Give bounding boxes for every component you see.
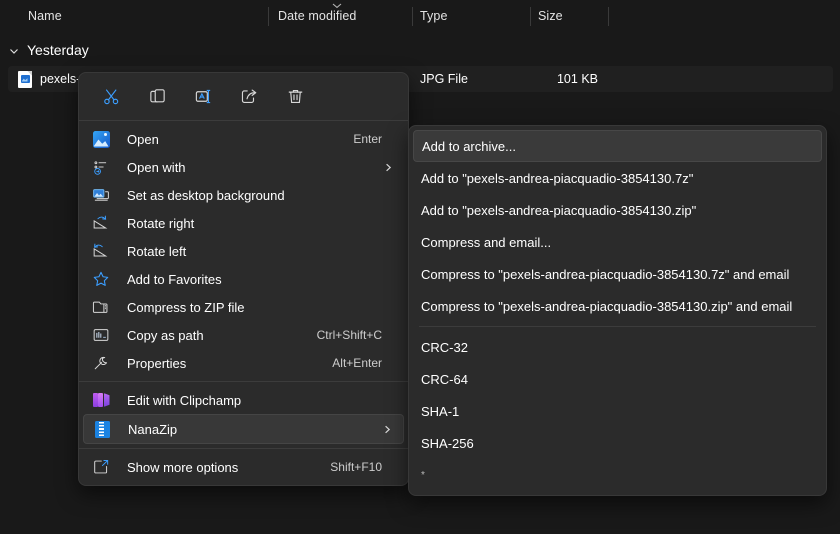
menu-item-label: Show more options — [127, 460, 238, 475]
menu-item-label: Properties — [127, 356, 186, 371]
rotate-left-icon — [91, 241, 111, 261]
chevron-down-icon — [8, 44, 20, 56]
menu-item-label: Open with — [127, 160, 186, 175]
menu-item-label: Rotate right — [127, 216, 194, 231]
submenu-item-compress-to-7z-and-email[interactable]: Compress to "pexels-andrea-piacquadio-38… — [413, 258, 822, 290]
jpg-file-icon — [18, 71, 32, 88]
clipchamp-icon — [91, 390, 111, 410]
zip-folder-icon — [91, 297, 111, 317]
menu-item-set-as-desktop-background[interactable]: Set as desktop background — [83, 181, 404, 209]
menu-item-edit-with-clipchamp[interactable]: Edit with Clipchamp — [83, 386, 404, 414]
context-menu-apps: Edit with Clipchamp NanaZip — [79, 382, 408, 448]
delete-button[interactable] — [275, 80, 315, 114]
show-more-options-icon — [91, 457, 111, 477]
menu-item-properties[interactable]: Properties Alt+Enter — [83, 349, 404, 377]
chevron-right-icon — [382, 424, 393, 435]
menu-item-open-with[interactable]: Open with — [83, 153, 404, 181]
menu-item-label: Copy as path — [127, 328, 204, 343]
submenu-item-sha-256[interactable]: SHA-256 — [413, 427, 822, 459]
column-divider[interactable] — [530, 7, 531, 26]
delete-icon — [286, 87, 305, 106]
context-menu: Open Enter Open with — [78, 72, 409, 486]
submenu-item-asterisk[interactable]: * — [413, 459, 822, 491]
chevron-right-icon — [383, 162, 394, 173]
column-header-name[interactable]: Name — [28, 0, 62, 32]
context-menu-toolbar — [79, 73, 408, 120]
photos-app-icon — [91, 129, 111, 149]
open-with-icon — [91, 157, 111, 177]
rotate-right-icon — [91, 213, 111, 233]
nanazip-submenu: Add to archive... Add to "pexels-andrea-… — [408, 125, 827, 496]
submenu-item-crc-32[interactable]: CRC-32 — [413, 331, 822, 363]
menu-item-compress-to-zip[interactable]: Compress to ZIP file — [83, 293, 404, 321]
context-menu-footer: Show more options Shift+F10 — [79, 449, 408, 485]
cut-icon — [102, 87, 121, 106]
menu-item-copy-as-path[interactable]: Copy as path Ctrl+Shift+C — [83, 321, 404, 349]
menu-item-label: Rotate left — [127, 244, 186, 259]
copy-icon — [148, 87, 167, 106]
menu-item-accelerator: Shift+F10 — [330, 460, 382, 474]
menu-item-label: Set as desktop background — [127, 188, 285, 203]
menu-item-accelerator: Alt+Enter — [332, 356, 382, 370]
wrench-icon — [91, 353, 111, 373]
rename-icon — [194, 87, 213, 106]
file-size-cell: 101 KB — [468, 72, 598, 86]
menu-item-label: Edit with Clipchamp — [127, 393, 241, 408]
submenu-item-add-to-7z[interactable]: Add to "pexels-andrea-piacquadio-3854130… — [413, 162, 822, 194]
column-header-type[interactable]: Type — [420, 0, 448, 32]
menu-item-open[interactable]: Open Enter — [83, 125, 404, 153]
submenu-item-sha-1[interactable]: SHA-1 — [413, 395, 822, 427]
menu-item-add-to-favorites[interactable]: Add to Favorites — [83, 265, 404, 293]
column-header-date-modified[interactable]: Date modified — [278, 0, 356, 32]
menu-item-rotate-left[interactable]: Rotate left — [83, 237, 404, 265]
submenu-item-add-to-archive[interactable]: Add to archive... — [413, 130, 822, 162]
column-divider[interactable] — [608, 7, 609, 26]
copy-as-path-icon — [91, 325, 111, 345]
desktop-background-icon — [91, 185, 111, 205]
menu-item-label: Compress to ZIP file — [127, 300, 245, 315]
context-menu-items: Open Enter Open with — [79, 121, 408, 381]
submenu-separator — [419, 326, 816, 327]
column-divider[interactable] — [268, 7, 269, 26]
submenu-item-crc-64[interactable]: CRC-64 — [413, 363, 822, 395]
submenu-item-add-to-zip[interactable]: Add to "pexels-andrea-piacquadio-3854130… — [413, 194, 822, 226]
submenu-item-compress-to-zip-and-email[interactable]: Compress to "pexels-andrea-piacquadio-38… — [413, 290, 822, 322]
menu-item-label: NanaZip — [128, 422, 177, 437]
file-type-cell: JPG File — [420, 72, 468, 86]
share-icon — [240, 87, 259, 106]
menu-item-accelerator: Enter — [353, 132, 382, 146]
cut-button[interactable] — [91, 80, 131, 114]
group-header-yesterday[interactable]: Yesterday — [8, 38, 89, 62]
share-button[interactable] — [229, 80, 269, 114]
menu-item-label: Add to Favorites — [127, 272, 222, 287]
column-divider[interactable] — [412, 7, 413, 26]
menu-item-nanazip[interactable]: NanaZip — [83, 414, 404, 444]
column-headers: Name Date modified Type Size — [0, 0, 840, 32]
menu-item-rotate-right[interactable]: Rotate right — [83, 209, 404, 237]
menu-item-label: Open — [127, 132, 159, 147]
group-header-label: Yesterday — [27, 42, 89, 58]
nanazip-icon — [92, 419, 112, 439]
copy-button[interactable] — [137, 80, 177, 114]
column-header-size[interactable]: Size — [538, 0, 563, 32]
menu-item-accelerator: Ctrl+Shift+C — [317, 328, 382, 342]
submenu-item-compress-and-email[interactable]: Compress and email... — [413, 226, 822, 258]
star-icon — [91, 269, 111, 289]
menu-item-show-more-options[interactable]: Show more options Shift+F10 — [83, 453, 404, 481]
rename-button[interactable] — [183, 80, 223, 114]
